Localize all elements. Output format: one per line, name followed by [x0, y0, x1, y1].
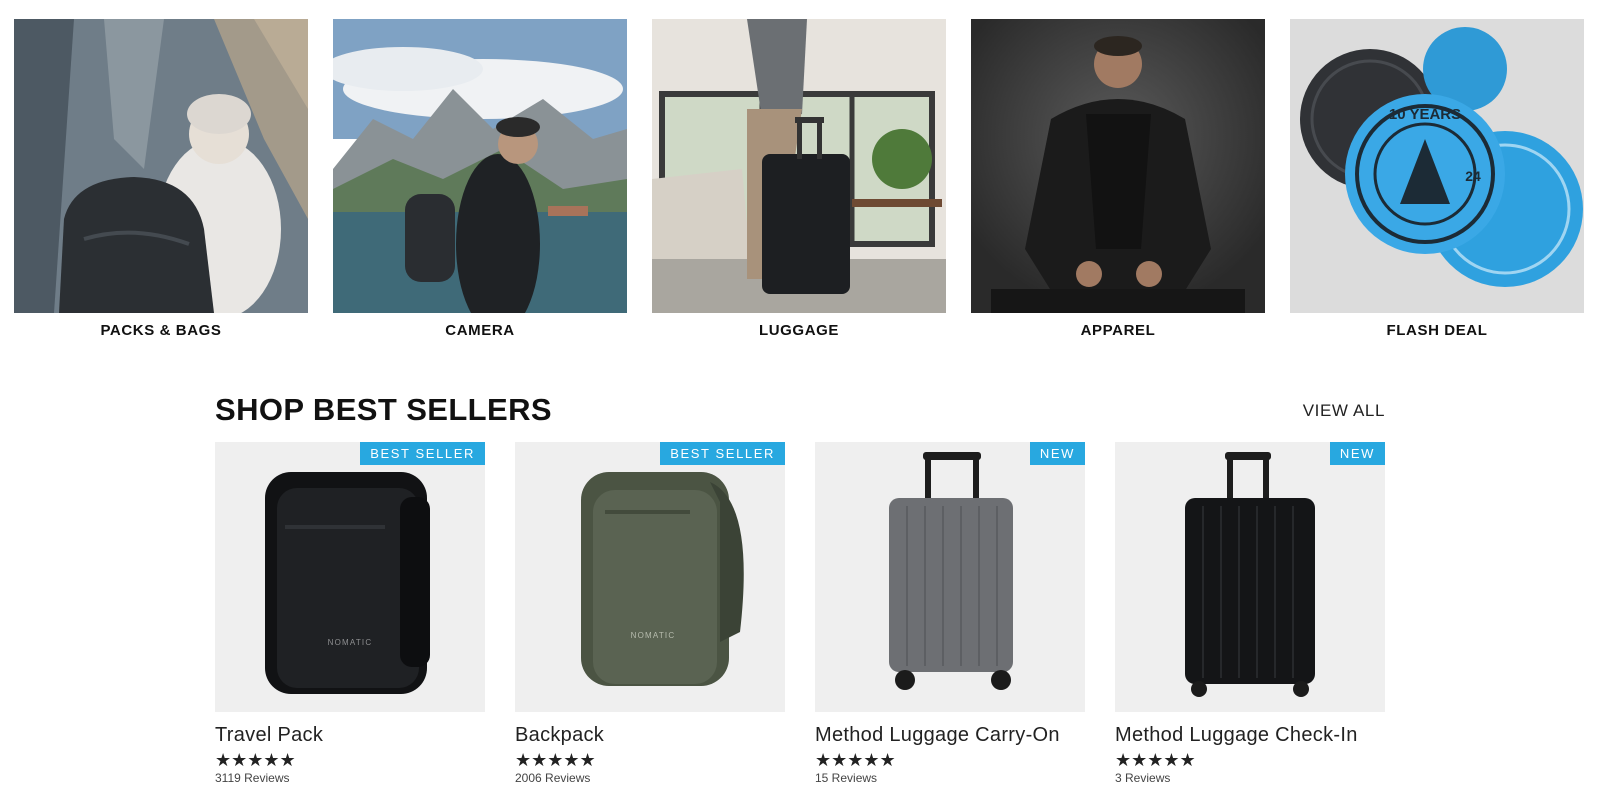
star-rating: ★★★★★ [215, 750, 296, 770]
review-count[interactable]: 2006 Reviews [515, 771, 785, 785]
category-label: FLASH DEAL [1386, 322, 1488, 339]
star-rating: ★★★★★ [515, 750, 596, 770]
product-grid: NOMATIC BEST SELLER Travel Pack ★★★★★ 31… [215, 442, 1385, 788]
star-rating: ★★★★★ [815, 750, 896, 770]
product-image[interactable]: NOMATIC BEST SELLER [515, 442, 785, 712]
review-count[interactable]: 3 Reviews [1115, 771, 1385, 785]
flash-deal-photo: 10 YEARS 24 [1290, 19, 1584, 313]
sticker-number: 24 [1465, 168, 1481, 184]
status-badge: BEST SELLER [360, 442, 485, 465]
section-title: SHOP BEST SELLERS [215, 392, 552, 427]
category-label: LUGGAGE [758, 322, 840, 339]
category-packs-bags[interactable]: PACKS & BAGS [14, 19, 308, 339]
product-image[interactable]: NEW [815, 442, 1085, 712]
product-name[interactable]: Method Luggage Carry-On [815, 724, 1085, 747]
brand-mark: NOMATIC [328, 638, 373, 647]
category-flash-deal[interactable]: 10 YEARS 24 FLASH DEAL [1290, 19, 1584, 339]
best-sellers-header: SHOP BEST SELLERS VIEW ALL [215, 392, 1385, 432]
camera-photo [333, 19, 627, 313]
product-card-carry-on[interactable]: NEW Method Luggage Carry-On ★★★★★ 15 Rev… [815, 442, 1085, 785]
status-badge: BEST SELLER [660, 442, 785, 465]
product-name[interactable]: Method Luggage Check-In [1115, 724, 1385, 747]
review-count[interactable]: 3119 Reviews [215, 771, 485, 785]
category-label: PACKS & BAGS [100, 322, 222, 339]
product-card-backpack[interactable]: NOMATIC BEST SELLER Backpack ★★★★★ 2006 … [515, 442, 785, 785]
page: PACKS & BAGS CAMERA LUGGAGE APPAREL 10 Y… [0, 0, 1600, 788]
category-label: CAMERA [445, 322, 515, 339]
sticker-text: 10 YEARS [1389, 106, 1461, 123]
product-name[interactable]: Travel Pack [215, 724, 485, 747]
brand-mark: NOMATIC [631, 631, 676, 640]
view-all-link[interactable]: VIEW ALL [1303, 401, 1385, 421]
status-badge: NEW [1029, 442, 1085, 465]
category-luggage[interactable]: LUGGAGE [652, 19, 946, 339]
status-badge: NEW [1329, 442, 1385, 465]
apparel-photo [971, 19, 1265, 313]
packs-bags-photo [14, 19, 308, 313]
product-name[interactable]: Backpack [515, 724, 785, 747]
product-card-travel-pack[interactable]: NOMATIC BEST SELLER Travel Pack ★★★★★ 31… [215, 442, 485, 785]
category-row: PACKS & BAGS CAMERA LUGGAGE APPAREL 10 Y… [14, 19, 1586, 349]
product-card-check-in[interactable]: NEW Method Luggage Check-In ★★★★★ 3 Revi… [1115, 442, 1385, 785]
category-camera[interactable]: CAMERA [333, 19, 627, 339]
category-label: APPAREL [1080, 322, 1156, 339]
review-count[interactable]: 15 Reviews [815, 771, 1085, 785]
product-image[interactable]: NOMATIC BEST SELLER [215, 442, 485, 712]
luggage-photo [652, 19, 946, 313]
product-image[interactable]: NEW [1115, 442, 1385, 712]
star-rating: ★★★★★ [1115, 750, 1196, 770]
category-apparel[interactable]: APPAREL [971, 19, 1265, 339]
